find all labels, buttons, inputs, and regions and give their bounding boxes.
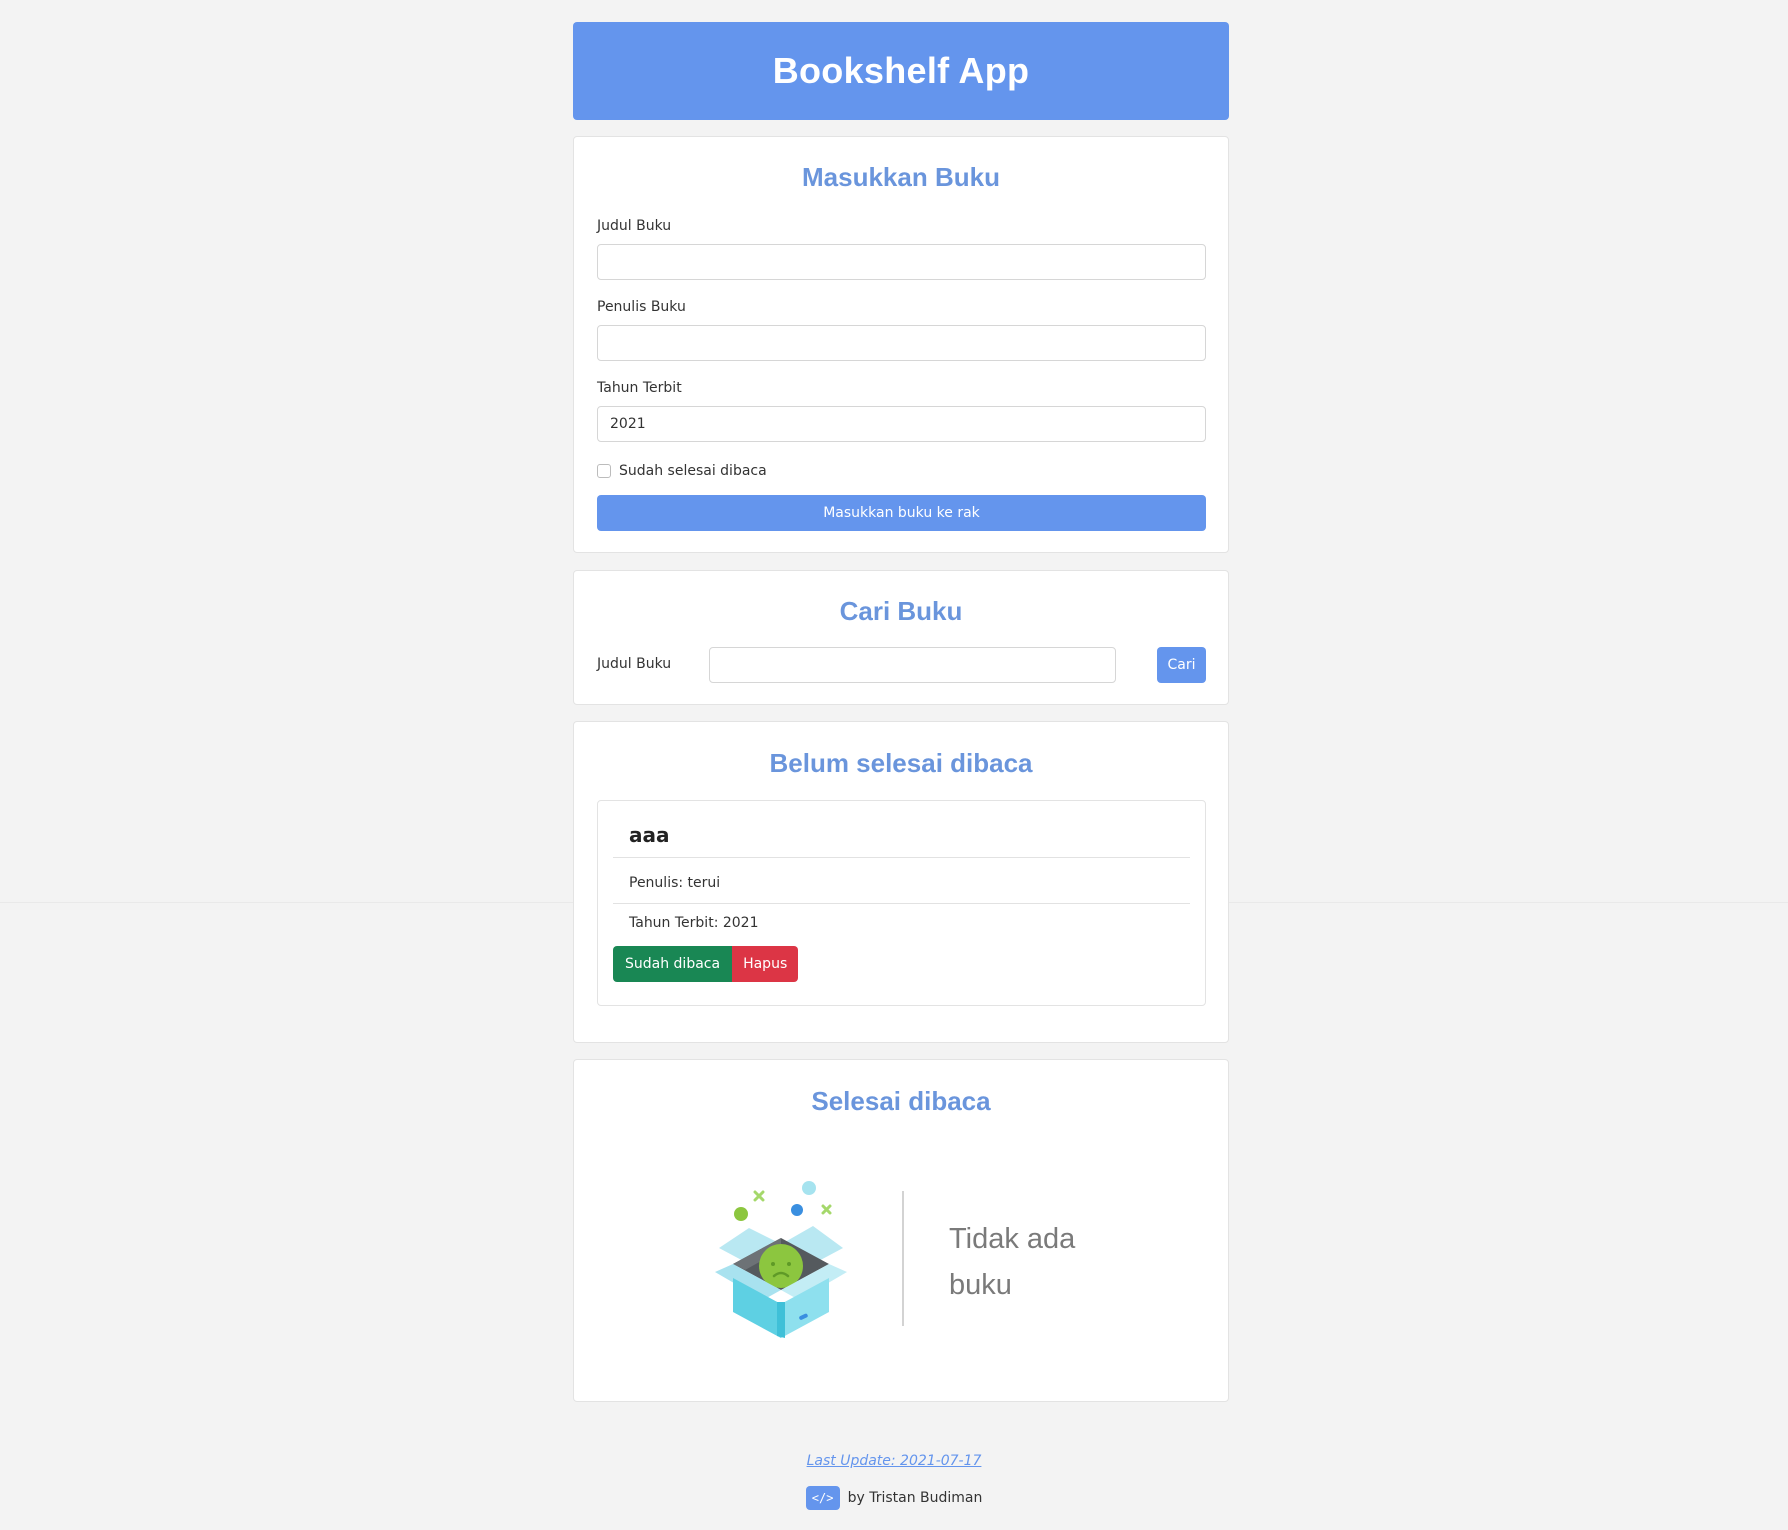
book-author-input[interactable] bbox=[597, 325, 1206, 361]
complete-checkbox[interactable] bbox=[597, 464, 611, 478]
input-section-heading: Masukkan Buku bbox=[802, 162, 1000, 192]
complete-bookshelf-section: Selesai dibaca Tidak ada buku bbox=[573, 1059, 1229, 1402]
search-book-section: Cari Buku Judul Buku Cari bbox=[573, 570, 1229, 705]
app-header: Bookshelf App bbox=[573, 22, 1229, 120]
input-book-section: Masukkan Buku Judul Buku Penulis Buku Ta… bbox=[573, 136, 1229, 553]
search-title-label: Judul Buku bbox=[597, 656, 672, 672]
complete-checkbox-label[interactable]: Sudah selesai dibaca bbox=[619, 463, 767, 479]
book-title-label: Judul Buku bbox=[597, 218, 672, 234]
complete-section-heading: Selesai dibaca bbox=[811, 1086, 991, 1116]
book-author-label: Penulis Buku bbox=[597, 299, 686, 315]
empty-box-icon bbox=[715, 1181, 847, 1338]
book-item-actions: Sudah dibaca Hapus bbox=[613, 946, 799, 982]
search-title-input[interactable] bbox=[709, 647, 1116, 683]
author-credit: by Tristan Budiman bbox=[847, 1490, 983, 1506]
app-title: Bookshelf App bbox=[772, 50, 1030, 91]
incomplete-bookshelf-section: Belum selesai dibaca aaa Penulis: terui … bbox=[573, 721, 1229, 1043]
book-year-input[interactable] bbox=[597, 406, 1206, 442]
submit-book-button[interactable]: Masukkan buku ke rak bbox=[597, 495, 1206, 531]
book-title-input[interactable] bbox=[597, 244, 1206, 280]
delete-book-button[interactable]: Hapus bbox=[732, 946, 799, 982]
empty-state-divider bbox=[902, 1191, 904, 1326]
book-item: aaa Penulis: terui Tahun Terbit: 2021 Su… bbox=[597, 800, 1206, 1006]
mark-read-button[interactable]: Sudah dibaca bbox=[613, 946, 733, 982]
book-item-year: Tahun Terbit: 2021 bbox=[629, 915, 759, 931]
last-update-link[interactable]: Last Update: 2021-07-17 bbox=[807, 1453, 982, 1469]
code-icon: </> bbox=[805, 1486, 840, 1510]
book-item-title: aaa bbox=[629, 823, 670, 847]
incomplete-section-heading: Belum selesai dibaca bbox=[769, 748, 1033, 778]
footer-byline: </> by Tristan Budiman bbox=[0, 1486, 1788, 1510]
book-year-label: Tahun Terbit bbox=[597, 380, 682, 396]
search-button[interactable]: Cari bbox=[1157, 647, 1206, 683]
search-section-heading: Cari Buku bbox=[839, 596, 963, 626]
complete-checkbox-row[interactable]: Sudah selesai dibaca bbox=[597, 463, 767, 479]
book-item-divider bbox=[613, 903, 1190, 904]
footer-last-update: Last Update: 2021-07-17 bbox=[0, 1450, 1788, 1469]
book-item-author: Penulis: terui bbox=[629, 875, 721, 891]
book-item-divider bbox=[613, 857, 1190, 858]
empty-state-text: Tidak ada buku bbox=[949, 1223, 1076, 1301]
empty-state: Tidak ada buku bbox=[574, 1180, 1228, 1340]
